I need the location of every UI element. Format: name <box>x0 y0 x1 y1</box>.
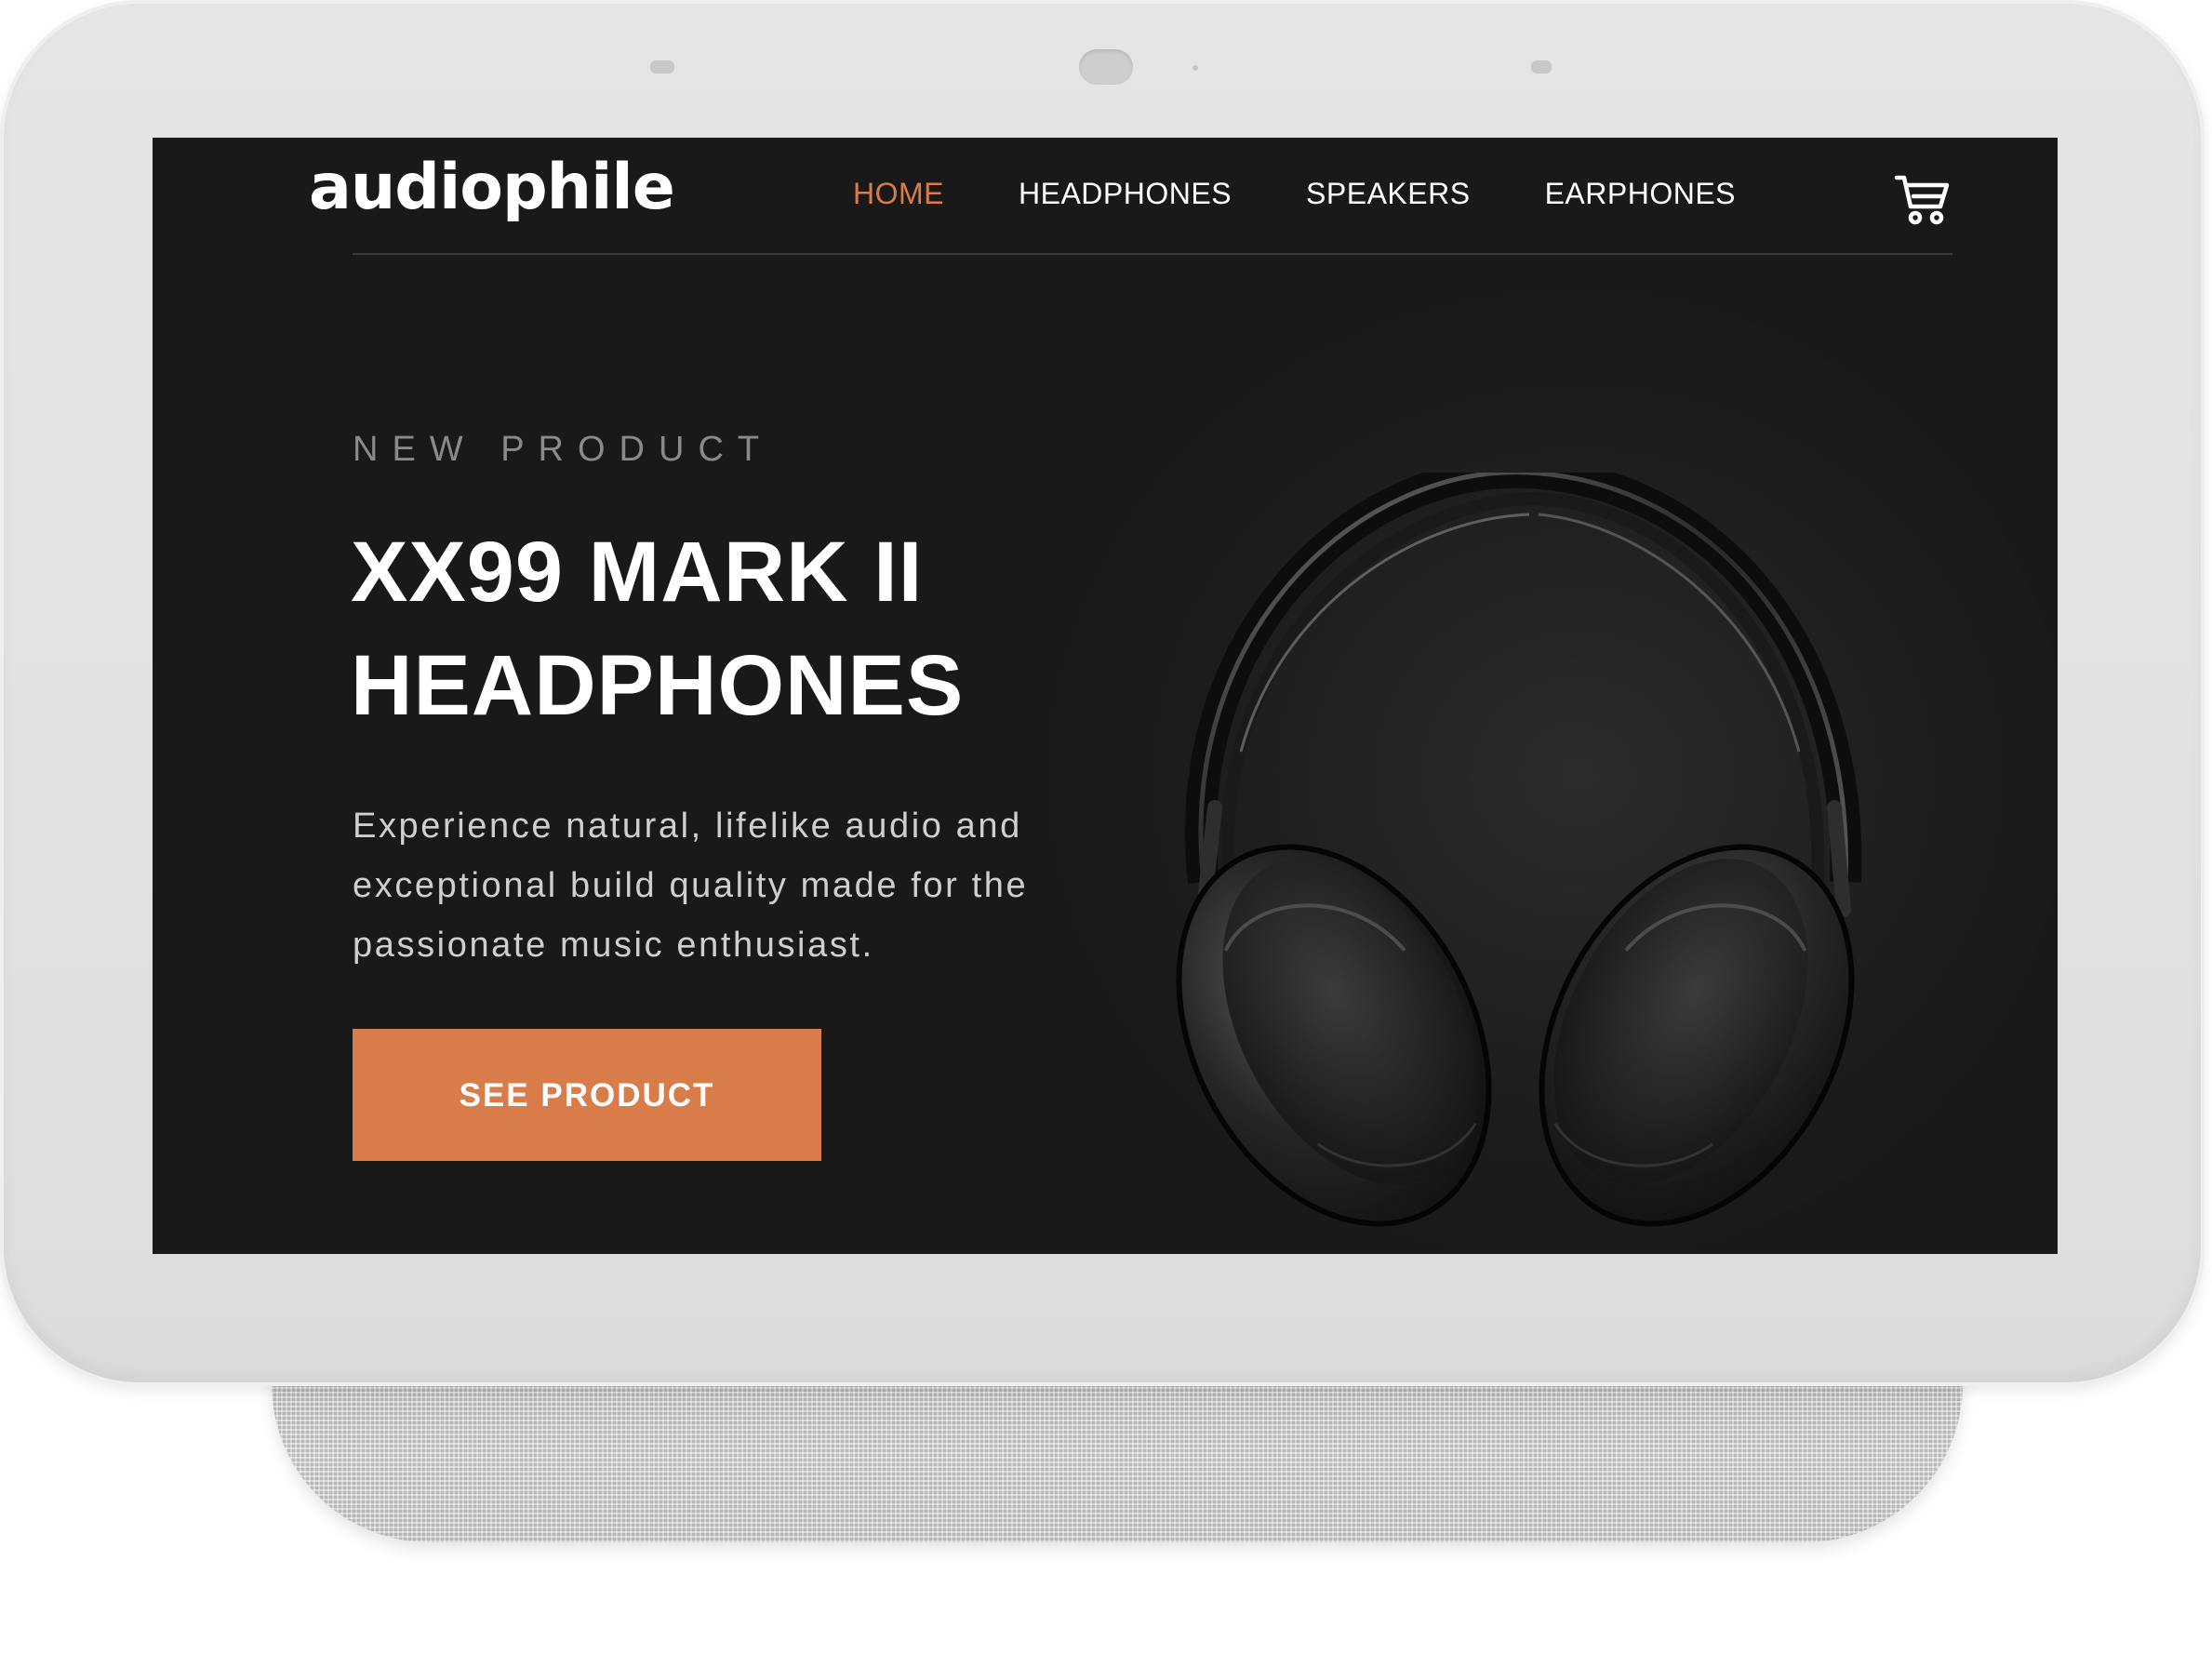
light-sensor-icon <box>650 60 674 73</box>
nav-link-home[interactable]: HOME <box>853 179 944 208</box>
hero-title-line-1: XX99 MARK II <box>351 525 924 620</box>
nav-link-speakers[interactable]: SPEAKERS <box>1306 179 1471 208</box>
hero-title: XX99 MARK II HEADPHONES <box>351 515 1188 742</box>
microphone-dot-icon <box>1193 65 1198 71</box>
main-nav: HOME HEADPHONES SPEAKERS EARPHONES <box>853 179 1736 208</box>
cart-icon[interactable] <box>1894 173 1952 227</box>
nav-link-headphones[interactable]: HEADPHONES <box>1019 179 1232 208</box>
hero-title-line-2: HEADPHONES <box>351 638 965 733</box>
header-divider <box>353 253 1952 255</box>
see-product-button[interactable]: SEE PRODUCT <box>353 1029 821 1161</box>
nav-link-earphones[interactable]: EARPHONES <box>1545 179 1736 208</box>
camera-icon <box>1079 49 1133 85</box>
hero-overline: NEW PRODUCT <box>353 430 774 469</box>
proximity-sensor-icon <box>1531 60 1552 73</box>
hero-description: Experience natural, lifelike audio and e… <box>353 807 1029 965</box>
device-screen: audiophile HOME HEADPHONES SPEAKERS EARP… <box>153 138 2058 1254</box>
site-logo[interactable]: audiophile <box>309 156 675 220</box>
device-mockup: audiophile HOME HEADPHONES SPEAKERS EARP… <box>0 0 2212 1667</box>
site-header: audiophile HOME HEADPHONES SPEAKERS EARP… <box>153 138 2058 255</box>
headphones-image <box>1139 456 1883 1245</box>
